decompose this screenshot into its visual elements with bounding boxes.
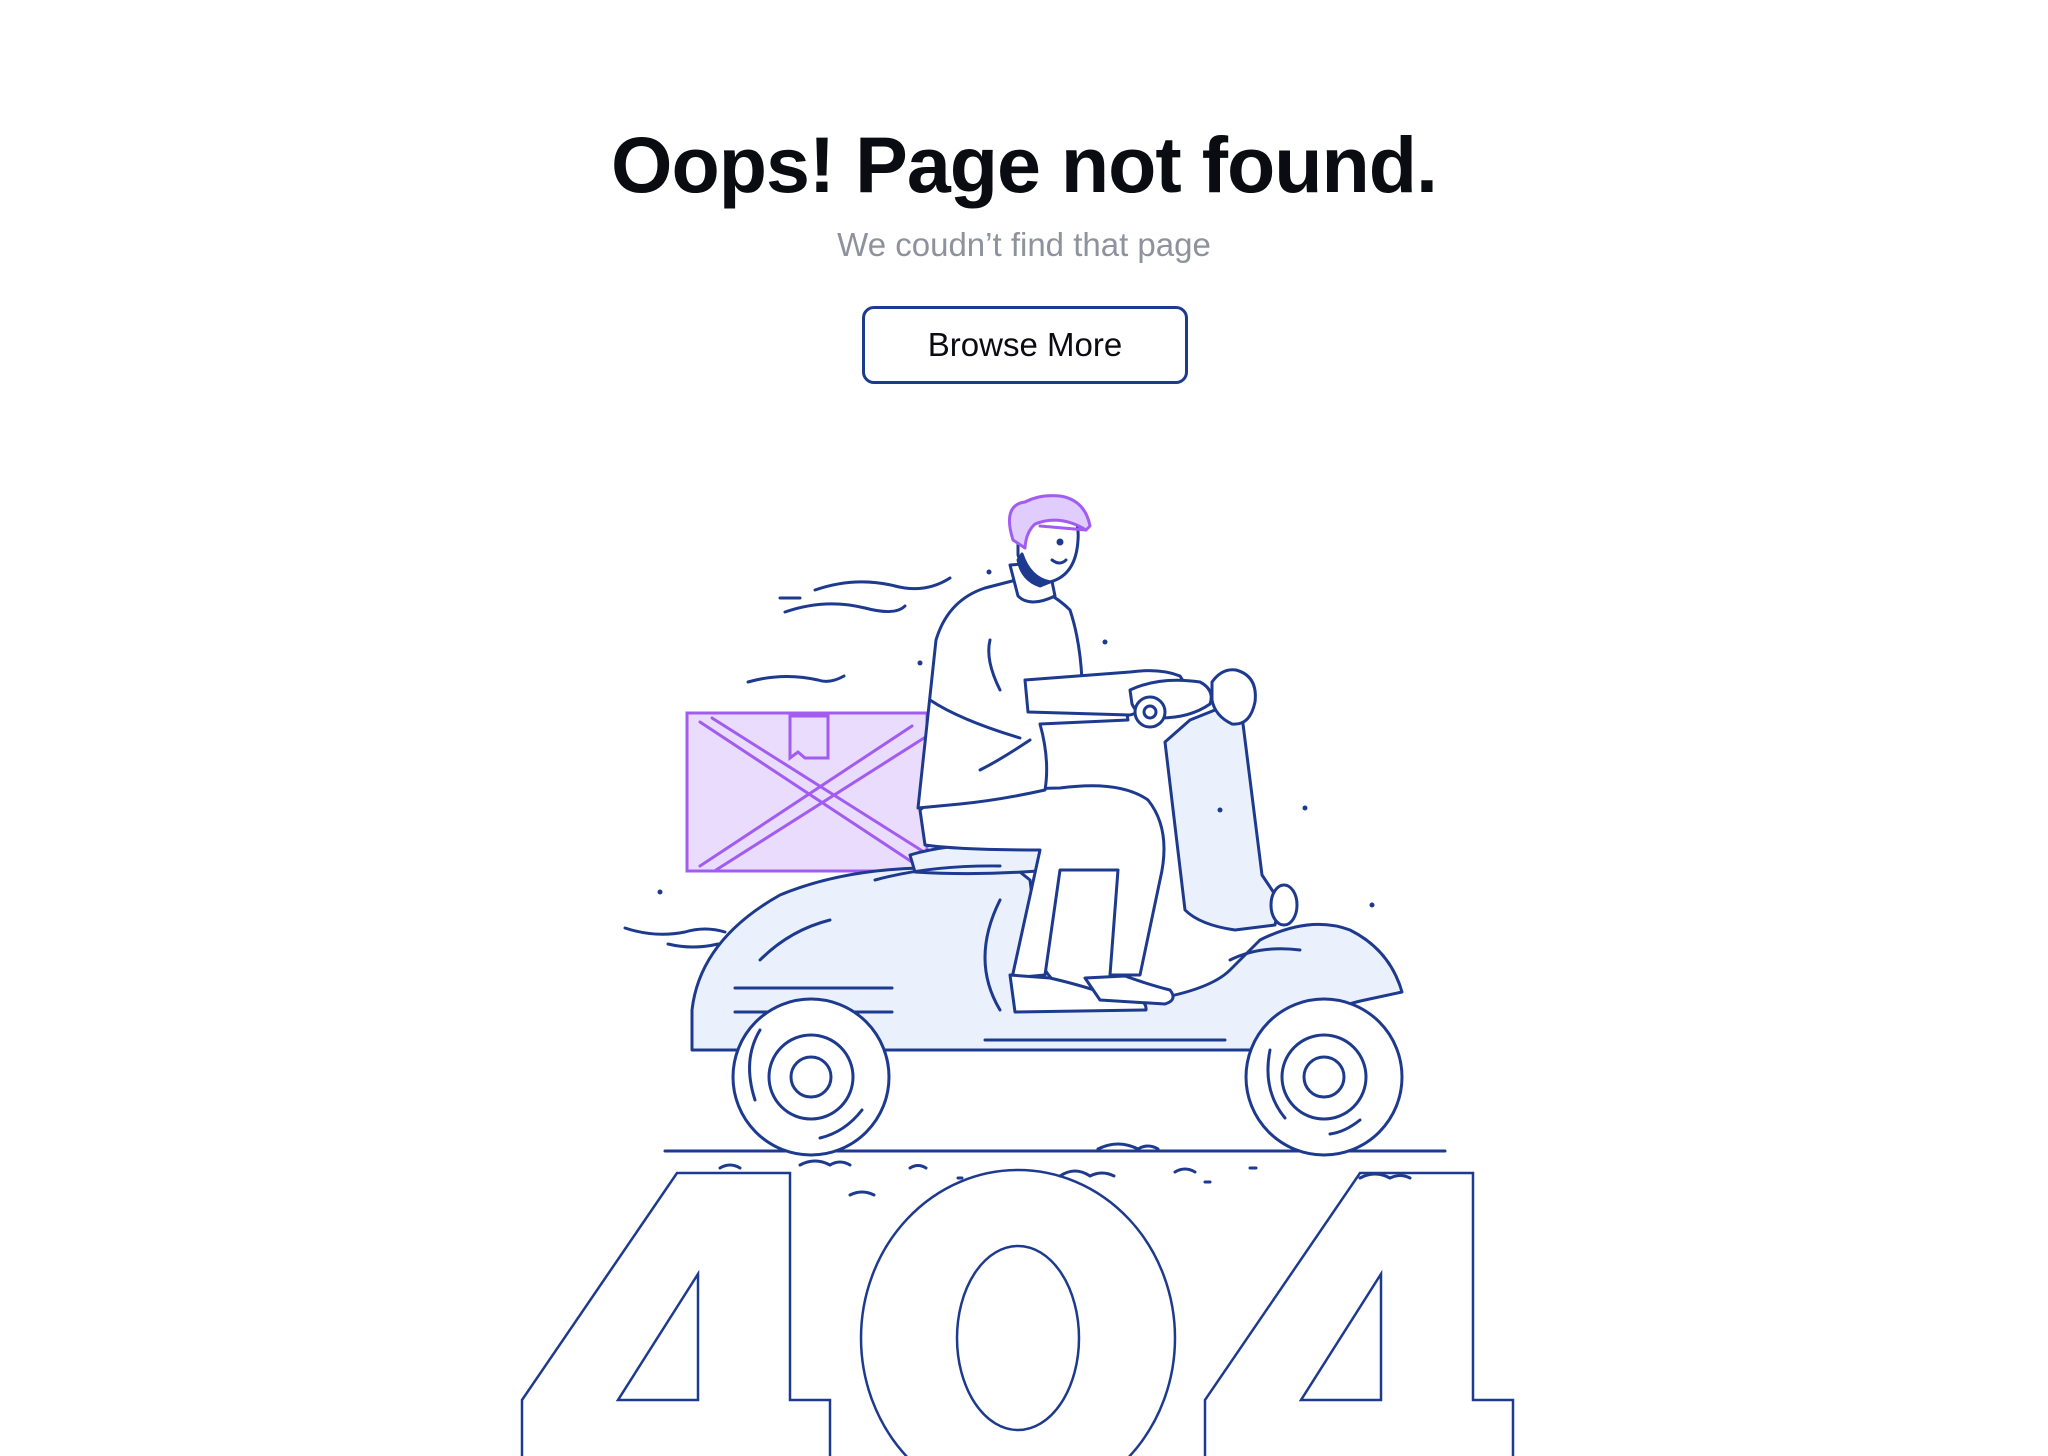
headlight: [1210, 668, 1257, 726]
speed-lines: [623, 576, 952, 949]
scooter-seat: [908, 842, 1052, 876]
rider-shoe-back: [1008, 973, 1148, 1014]
page-title: Oops! Page not found.: [611, 120, 1438, 209]
scooter-body: [690, 862, 1404, 1052]
digit-zero: [859, 1168, 1177, 1456]
page-subtitle: We coudn’t find that page: [837, 226, 1211, 263]
rider-arm: [1023, 669, 1187, 717]
decorative-dots: [657, 569, 1375, 908]
rider-legs: [918, 784, 1166, 980]
scooter-front-column: [1163, 698, 1282, 932]
rider-face: [1016, 501, 1080, 584]
rider-torso: [916, 578, 1130, 810]
not-found-page: Oops! Page not found. We coudn’t find th…: [0, 0, 2048, 1456]
scooter: [690, 668, 1404, 1157]
rider-neck: [1008, 560, 1057, 604]
browse-more-button[interactable]: Browse More: [862, 306, 1188, 384]
digit-four-left: [520, 1171, 832, 1456]
handlebar: [1128, 678, 1213, 720]
rider-beard: [1016, 552, 1052, 588]
helmet-icon: [1008, 494, 1092, 550]
front-wheel: [1244, 997, 1404, 1157]
ground-lines: [663, 1142, 1447, 1197]
error-code-graphic: [520, 1168, 1515, 1456]
scooter-illustration: [520, 494, 1515, 1456]
digit-four-right: [1203, 1171, 1515, 1456]
delivery-box: [685, 711, 929, 873]
rear-wheel: [731, 997, 891, 1157]
rider-shoe-front: [1083, 974, 1175, 1006]
rider: [916, 494, 1213, 1014]
